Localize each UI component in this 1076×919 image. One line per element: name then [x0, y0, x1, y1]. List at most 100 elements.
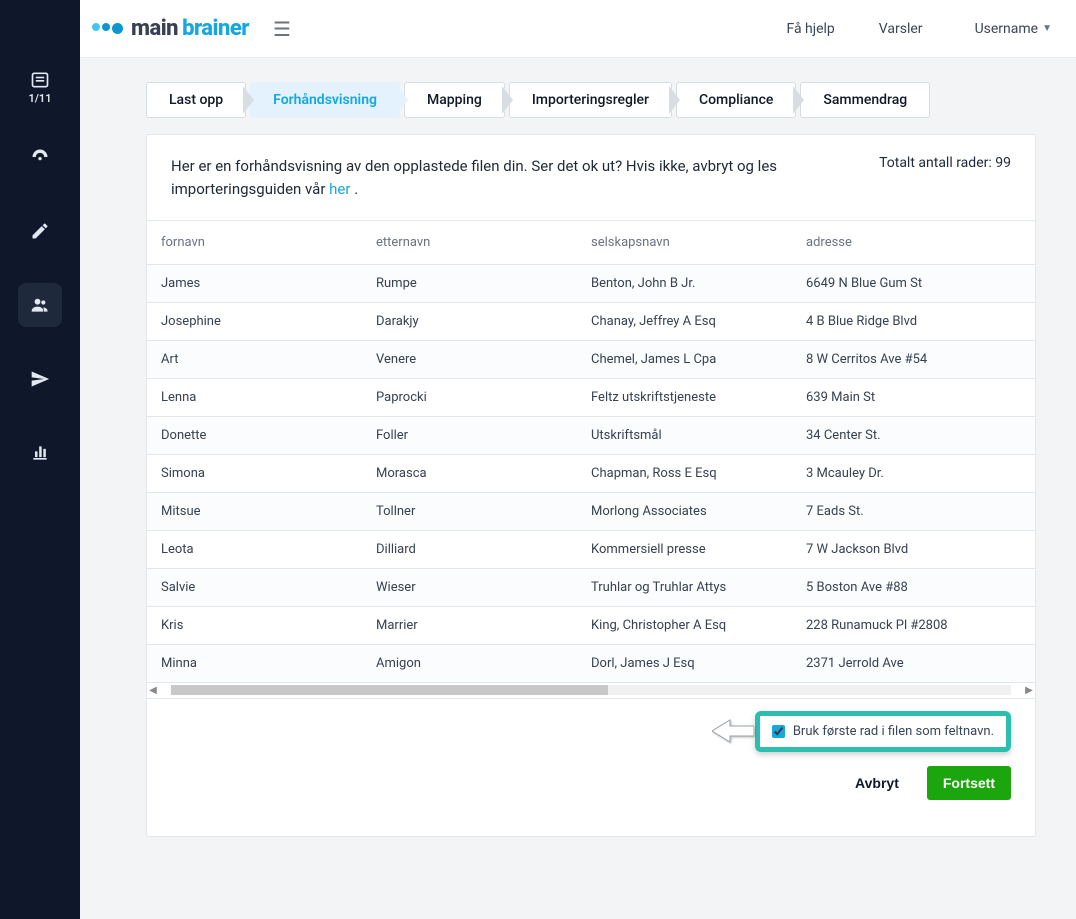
wizard-step[interactable]: Sammendrag	[800, 82, 930, 118]
user-menu-label: Username	[975, 21, 1039, 37]
table-cell: Leota	[161, 542, 376, 557]
table-cell: Art	[161, 352, 376, 367]
table-cell: King, Christopher A Esq	[591, 618, 806, 633]
table-cell: Truhlar og Truhlar Attys	[591, 580, 806, 595]
wizard-step[interactable]: Last opp	[146, 82, 246, 118]
table-cell: Donette	[161, 428, 376, 443]
wizard-step-label: Compliance	[699, 92, 773, 108]
table-cell: Mitsue	[161, 504, 376, 519]
table-cell: Kommersiell presse	[591, 542, 806, 557]
wizard-step[interactable]: Forhåndsvisning	[250, 82, 400, 118]
table-cell: Morlong Associates	[591, 504, 806, 519]
table-row: SalvieWieserTruhlar og Truhlar Attys5 Bo…	[147, 568, 1035, 606]
table-cell: 3 Mcauley Dr.	[806, 466, 1021, 481]
continue-button[interactable]: Fortsett	[927, 766, 1011, 800]
intro-text-post: .	[350, 180, 358, 198]
table-cell: Venere	[376, 352, 591, 367]
panel-footer: Bruk første rad i filen som feltnavn. Av…	[147, 699, 1035, 836]
wizard-step[interactable]: Compliance	[676, 82, 796, 118]
table-cell: Tollner	[376, 504, 591, 519]
table-cell: Paprocki	[376, 390, 591, 405]
total-rows-value: 99	[995, 155, 1011, 171]
pencil-icon	[30, 221, 50, 241]
sidebar-item-contacts[interactable]	[18, 283, 62, 327]
chevron-right-icon	[398, 87, 408, 113]
table-column-header: adresse	[806, 235, 1021, 250]
brand-logo[interactable]: mainbrainer	[92, 16, 249, 41]
table-cell: 639 Main St	[806, 390, 1021, 405]
first-row-as-fieldnames-checkbox[interactable]	[772, 725, 785, 738]
cancel-button[interactable]: Avbryt	[839, 766, 915, 800]
first-row-as-fieldnames-callout: Bruk første rad i filen som feltnavn.	[755, 711, 1011, 752]
gauge-icon	[30, 147, 50, 167]
table-cell: 228 Runamuck Pl #2808	[806, 618, 1021, 633]
table-cell: 2371 Jerrold Ave	[806, 656, 1021, 671]
table-row: KrisMarrierKing, Christopher A Esq228 Ru…	[147, 606, 1035, 644]
table-cell: Darakjy	[376, 314, 591, 329]
table-column-header: selskapsnavn	[591, 235, 806, 250]
table-cell: Utskriftsmål	[591, 428, 806, 443]
brand-dots-icon	[92, 23, 123, 34]
table-cell: Chemel, James L Cpa	[591, 352, 806, 367]
first-row-as-fieldnames-label: Bruk første rad i filen som feltnavn.	[793, 724, 994, 739]
wizard-step-label: Last opp	[169, 92, 223, 108]
table-row: LeotaDilliardKommersiell presse7 W Jacks…	[147, 530, 1035, 568]
table-cell: 7 Eads St.	[806, 504, 1021, 519]
table-cell: 5 Boston Ave #88	[806, 580, 1021, 595]
sidebar-item-send[interactable]	[18, 357, 62, 401]
topbar: mainbrainer ☰ Få hjelp Varsler Username …	[80, 0, 1076, 58]
table-row: LennaPaprockiFeltz utskriftstjeneste639 …	[147, 378, 1035, 416]
table-cell: Morasca	[376, 466, 591, 481]
alerts-link[interactable]: Varsler	[865, 21, 937, 37]
table-cell: Josephine	[161, 314, 376, 329]
wizard-steps: Last opp Forhåndsvisning Mapping Importerin…	[146, 82, 1036, 118]
table-header-row: fornavnetternavnselskapsnavnadresse	[147, 221, 1035, 264]
sidebar-item-compose[interactable]	[18, 209, 62, 253]
table-row: DonetteFollerUtskriftsmål34 Center St.	[147, 416, 1035, 454]
table-cell: Dilliard	[376, 542, 591, 557]
table-cell: Minna	[161, 656, 376, 671]
sidebar-step-indicator: 1/11	[18, 70, 62, 105]
table-cell: Marrier	[376, 618, 591, 633]
sidebar: 1/11	[0, 0, 80, 919]
preview-panel: Her er en forhåndsvisning av den opplast…	[146, 134, 1036, 837]
table-cell: Simona	[161, 466, 376, 481]
table-column-header: etternavn	[376, 235, 591, 250]
wizard-step-label: Sammendrag	[823, 92, 907, 108]
table-cell: Kris	[161, 618, 376, 633]
table-body[interactable]: JamesRumpeBenton, John B Jr.6649 N Blue …	[147, 264, 1035, 682]
table-cell: 34 Center St.	[806, 428, 1021, 443]
brand-part1: main	[131, 16, 178, 41]
sidebar-item-dashboard[interactable]	[18, 135, 62, 179]
user-menu-toggle[interactable]: Username ▼	[953, 21, 1052, 37]
wizard-step-label: Mapping	[427, 92, 482, 108]
wizard-step-label: Importeringsregler	[532, 92, 649, 108]
table-row: MinnaAmigonDorl, James J Esq2371 Jerrold…	[147, 644, 1035, 682]
panel-header: Her er en forhåndsvisning av den opplast…	[147, 135, 1035, 221]
paper-plane-icon	[30, 369, 50, 389]
wizard-step[interactable]: Importeringsregler	[509, 82, 672, 118]
content-area: Last opp Forhåndsvisning Mapping Importerin…	[80, 58, 1076, 919]
table-cell: 4 B Blue Ridge Blvd	[806, 314, 1021, 329]
sidebar-toggle-button[interactable]: ☰	[265, 17, 299, 41]
users-icon	[30, 295, 50, 315]
chart-icon	[30, 443, 50, 463]
horizontal-scrollbar[interactable]: ◀ ▶	[147, 682, 1035, 698]
table-cell: 6649 N Blue Gum St	[806, 276, 1021, 291]
scroll-left-icon: ◀	[147, 684, 159, 696]
hamburger-icon: ☰	[273, 17, 291, 41]
preview-table: fornavnetternavnselskapsnavnadresse Jame…	[147, 221, 1035, 699]
table-cell: Foller	[376, 428, 591, 443]
table-row: SimonaMorascaChapman, Ross E Esq3 Mcaule…	[147, 454, 1035, 492]
table-row: JamesRumpeBenton, John B Jr.6649 N Blue …	[147, 264, 1035, 302]
chevron-right-icon	[670, 87, 680, 113]
wizard-step[interactable]: Mapping	[404, 82, 505, 118]
intro-link[interactable]: her	[329, 180, 350, 198]
table-cell: Amigon	[376, 656, 591, 671]
sidebar-item-analytics[interactable]	[18, 431, 62, 475]
table-cell: Dorl, James J Esq	[591, 656, 806, 671]
help-link[interactable]: Få hjelp	[772, 21, 848, 37]
table-column-header: fornavn	[161, 235, 376, 250]
table-cell: Chanay, Jeffrey A Esq	[591, 314, 806, 329]
list-icon	[30, 70, 50, 90]
